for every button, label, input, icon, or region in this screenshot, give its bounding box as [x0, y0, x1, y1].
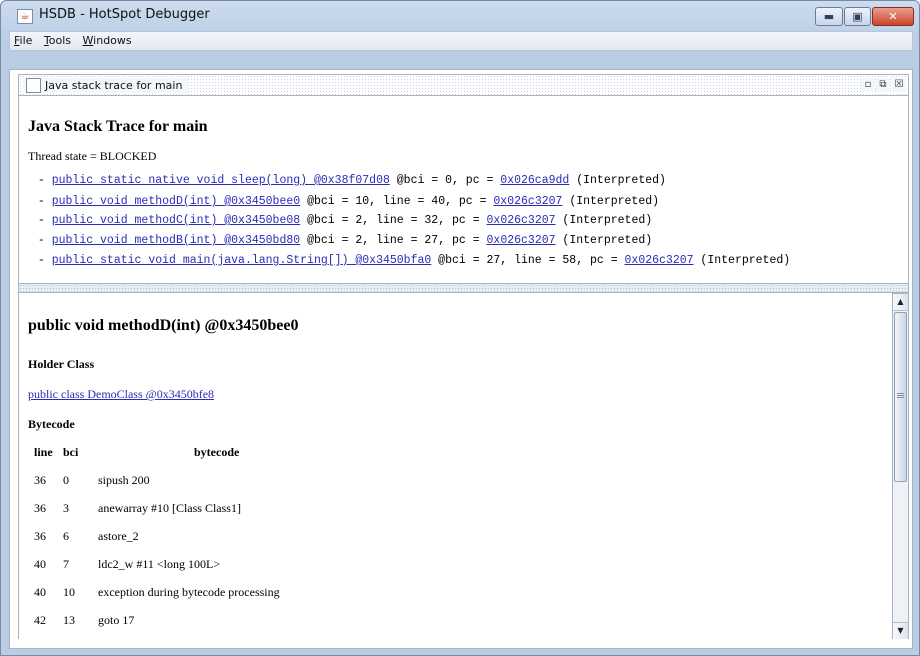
menu-file[interactable]: File: [10, 32, 36, 47]
menu-bar: File Tools Windows: [9, 31, 913, 51]
method-title: public void methodD(int) @0x3450bee0: [28, 317, 299, 334]
stack-trace-heading: Java Stack Trace for main: [28, 118, 208, 135]
frame-method-link[interactable]: public void methodB(int) @0x3450bd80: [52, 234, 300, 247]
frame-pc-link[interactable]: 0x026c3207: [493, 195, 562, 208]
frame-method-link[interactable]: public void methodD(int) @0x3450bee0: [52, 195, 300, 208]
frame-method-link[interactable]: public static native void sleep(long) @0…: [52, 174, 390, 187]
stack-trace-pane: Java Stack Trace for main Thread state =…: [18, 96, 909, 283]
holder-class-heading: Holder Class: [28, 357, 95, 371]
col-bci-header: bci: [63, 445, 79, 459]
col-line-header: line: [34, 445, 53, 459]
frame-method-link[interactable]: public static void main(java.lang.String…: [52, 254, 432, 267]
frame-minimize-icon[interactable]: ▫: [861, 78, 875, 92]
internal-frame-title-bar[interactable]: Java stack trace for main ▫ ⧉ ☒: [18, 74, 909, 96]
method-detail-pane: public void methodD(int) @0x3450bee0 Hol…: [18, 293, 892, 639]
holder-class-link[interactable]: public class DemoClass @0x3450bfe8: [28, 387, 214, 402]
menu-tools[interactable]: Tools: [40, 32, 75, 47]
title-bar[interactable]: ☕ HSDB - HotSpot Debugger ▬ ▣ ✕: [1, 1, 919, 31]
scroll-down-icon[interactable]: ▼: [893, 622, 908, 639]
maximize-button[interactable]: ▣: [844, 7, 871, 26]
split-pane-divider[interactable]: [18, 283, 909, 293]
internal-frame-title: Java stack trace for main: [23, 78, 189, 93]
java-app-icon: ☕: [17, 9, 33, 24]
minimize-button[interactable]: ▬: [815, 7, 843, 26]
frame-pc-link[interactable]: 0x026c3207: [487, 214, 556, 227]
hsdb-window: ☕ HSDB - HotSpot Debugger ▬ ▣ ✕ File Too…: [0, 0, 920, 656]
grip-icon: [897, 393, 904, 394]
frame-close-icon[interactable]: ☒: [892, 78, 906, 92]
thread-state: Thread state = BLOCKED: [28, 149, 157, 163]
stack-frame: - public void methodB(int) @0x3450bd80 @…: [31, 234, 653, 247]
stack-frame: - public void methodD(int) @0x3450bee0 @…: [31, 195, 660, 208]
frame-pc-link[interactable]: 0x026c3207: [625, 254, 694, 267]
col-bytecode-header: bytecode: [194, 445, 240, 459]
window-title: HSDB - HotSpot Debugger: [39, 7, 210, 22]
bytecode-heading: Bytecode: [28, 417, 75, 431]
vertical-scrollbar[interactable]: ▲ ▼: [892, 293, 909, 639]
stack-frame: - public static native void sleep(long) …: [31, 174, 666, 187]
frame-pc-link[interactable]: 0x026ca9dd: [500, 174, 569, 187]
scrollbar-thumb[interactable]: [894, 312, 907, 482]
menu-windows[interactable]: Windows: [79, 32, 136, 47]
frame-method-link[interactable]: public void methodC(int) @0x3450be08: [52, 214, 300, 227]
scroll-up-icon[interactable]: ▲: [893, 294, 908, 311]
frame-icon: [26, 78, 41, 93]
close-button[interactable]: ✕: [872, 7, 914, 26]
frame-pc-link[interactable]: 0x026c3207: [487, 234, 556, 247]
stack-frame: - public static void main(java.lang.Stri…: [31, 254, 791, 267]
frame-maximize-icon[interactable]: ⧉: [876, 78, 890, 92]
stack-frame: - public void methodC(int) @0x3450be08 @…: [31, 214, 653, 227]
